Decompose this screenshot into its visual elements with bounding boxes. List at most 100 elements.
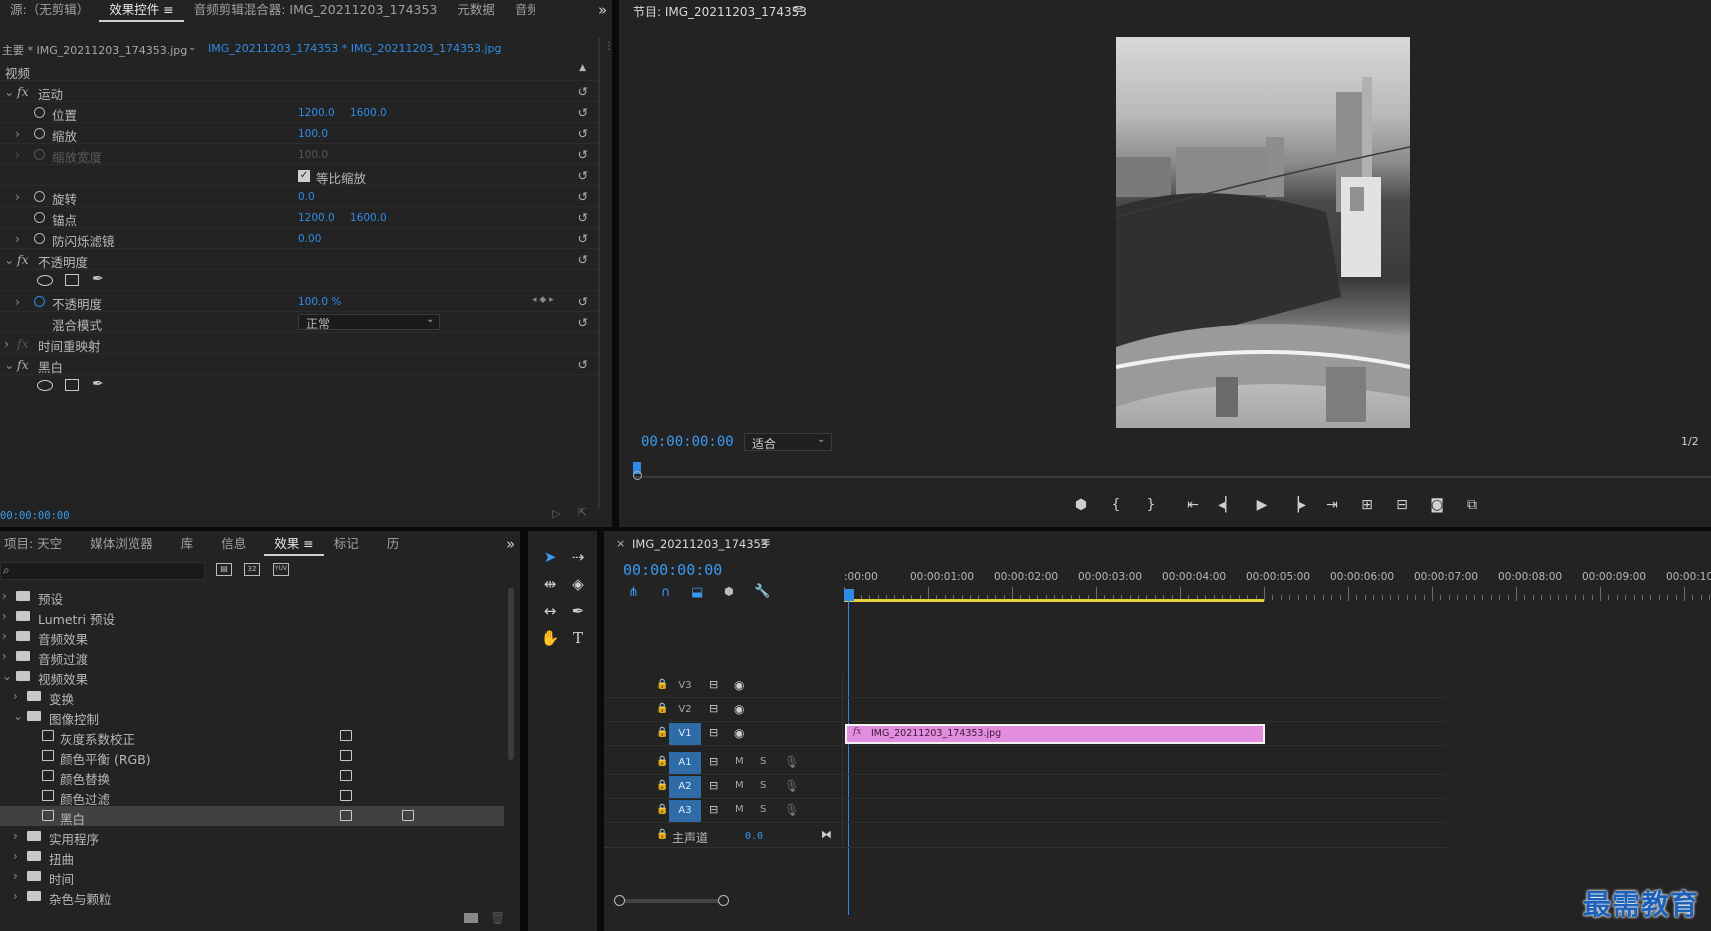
effect-item[interactable]: 颜色替换 xyxy=(0,766,504,787)
effect-item[interactable]: 灰度系数校正 xyxy=(0,726,504,747)
mute-button[interactable]: M xyxy=(735,780,744,791)
anchor-x-value[interactable]: 1200.0 xyxy=(298,212,335,224)
sync-lock-icon[interactable]: ⊟ xyxy=(709,779,718,792)
position-x-value[interactable]: 1200.0 xyxy=(298,107,335,119)
master-meter-icon[interactable]: ⧓ xyxy=(821,828,832,841)
stopwatch-icon[interactable] xyxy=(34,107,45,118)
sync-lock-icon[interactable]: ⊟ xyxy=(709,726,718,739)
chevron-right-icon[interactable]: › xyxy=(4,336,9,351)
track-label[interactable]: A2 xyxy=(669,776,701,798)
tab-info[interactable]: 信息 xyxy=(211,534,256,556)
track-label[interactable]: A1 xyxy=(669,752,701,774)
uniform-scale-checkbox[interactable]: ✓ xyxy=(298,170,310,182)
mute-button[interactable]: M xyxy=(735,756,744,767)
export-frame-icon[interactable]: ◙ xyxy=(1426,497,1448,513)
pen-mask-icon[interactable]: ✒ xyxy=(92,376,104,392)
effects-folder[interactable]: › 杂色与颗粒 xyxy=(0,886,504,907)
tab-history[interactable]: 历 xyxy=(377,534,401,556)
sync-lock-icon[interactable]: ⊟ xyxy=(709,755,718,768)
chevron-right-icon[interactable]: › xyxy=(15,294,20,309)
lock-icon[interactable]: 🔒 xyxy=(656,727,668,738)
eye-icon[interactable]: ◉ xyxy=(734,678,744,692)
eye-icon[interactable]: ◉ xyxy=(734,726,744,740)
chevron-down-icon[interactable]: ⌄ xyxy=(4,252,14,267)
chevron-right-icon[interactable]: › xyxy=(13,689,18,703)
opacity-effect-row[interactable]: ⌄ fx 不透明度 ↺ xyxy=(0,249,598,270)
effect-controls-timecode[interactable]: 00:00:00:00 xyxy=(0,510,70,522)
stopwatch-icon[interactable] xyxy=(34,128,45,139)
fx-icon[interactable]: fx xyxy=(17,252,29,267)
accelerated-effects-icon[interactable]: ▤ xyxy=(216,563,232,576)
tab-audio-clip-mixer[interactable]: 音频剪辑混合器: IMG_20211203_174353 xyxy=(184,0,448,22)
sync-lock-icon[interactable]: ⊟ xyxy=(709,803,718,816)
ripple-edit-tool-icon[interactable]: ⇹ xyxy=(539,573,561,595)
lock-icon[interactable]: 🔒 xyxy=(656,703,668,714)
step-back-icon[interactable]: ◂▏ xyxy=(1216,497,1238,513)
track-select-tool-icon[interactable]: ⇢ xyxy=(567,546,589,568)
chevron-right-icon[interactable]: › xyxy=(15,231,20,246)
export-icon[interactable]: ⇱ xyxy=(578,506,587,519)
tab-effects[interactable]: 效果 ≡ xyxy=(264,534,324,556)
microphone-icon[interactable]: 🎙 xyxy=(784,803,799,817)
pen-tool-icon[interactable]: ✒ xyxy=(567,600,589,622)
play-icon[interactable]: ▶ xyxy=(1251,497,1273,513)
filter-icon[interactable]: ▷ xyxy=(552,507,560,520)
effects-folder[interactable]: ⌄ 视频效果 xyxy=(0,666,504,687)
panel-menu-icon[interactable]: ≡ xyxy=(303,536,313,551)
effect-controls-divider[interactable] xyxy=(598,38,600,508)
close-icon[interactable]: × xyxy=(616,537,625,550)
chevron-down-icon[interactable]: ⌄ xyxy=(13,709,23,723)
32bit-effects-icon[interactable]: 32 xyxy=(244,563,260,576)
tab-metadata[interactable]: 元数据 xyxy=(447,0,505,22)
microphone-icon[interactable]: 🎙 xyxy=(784,779,799,793)
effects-scrollbar[interactable] xyxy=(508,588,514,760)
effect-item[interactable]: 黑白 xyxy=(0,806,504,827)
master-volume-value[interactable]: 0.0 xyxy=(745,831,763,842)
lock-icon[interactable]: 🔒 xyxy=(656,780,668,791)
work-area-bar[interactable] xyxy=(844,599,1264,602)
effects-folder[interactable]: › 音频效果 xyxy=(0,626,504,647)
tab-source[interactable]: 源:（无剪辑） xyxy=(0,0,99,22)
chevron-right-icon[interactable]: › xyxy=(2,609,7,623)
stopwatch-icon[interactable] xyxy=(34,296,45,307)
chevron-right-icon[interactable]: › xyxy=(2,649,7,663)
extract-icon[interactable]: ⊟ xyxy=(1391,497,1413,513)
lock-icon[interactable]: 🔒 xyxy=(656,756,668,767)
fx-icon[interactable]: fx xyxy=(17,84,29,99)
chevron-down-icon[interactable]: ⌄ xyxy=(188,42,196,53)
chevron-right-icon[interactable]: › xyxy=(2,629,7,643)
zoom-handle-left[interactable] xyxy=(614,895,625,906)
track-label[interactable]: V3 xyxy=(669,675,701,697)
effects-folder[interactable]: › 音频过渡 xyxy=(0,646,504,667)
effects-search-input[interactable]: ⌕ xyxy=(0,562,205,580)
chevron-right-icon[interactable]: › xyxy=(13,849,18,863)
chevron-right-icon[interactable]: › xyxy=(13,889,18,903)
reset-icon[interactable]: ↺ xyxy=(578,105,588,120)
stopwatch-icon[interactable] xyxy=(34,233,45,244)
sequence-tab[interactable]: IMG_20211203_174353 xyxy=(632,537,768,551)
chevron-down-icon[interactable]: ⌄ xyxy=(4,84,14,99)
wrench-icon[interactable]: 🔧 xyxy=(754,584,770,599)
more-panels-icon[interactable]: » xyxy=(598,1,607,19)
go-to-out-icon[interactable]: ⇥ xyxy=(1321,497,1343,513)
sync-lock-icon[interactable]: ⊟ xyxy=(709,702,718,715)
panel-menu-icon[interactable]: ≡ xyxy=(760,535,771,550)
reset-icon[interactable]: ↺ xyxy=(578,126,588,141)
linked-selection-icon[interactable]: ∩ xyxy=(661,585,671,600)
effects-folder[interactable]: › 预设 xyxy=(0,586,504,607)
sync-lock-icon[interactable]: ⊟ xyxy=(709,678,718,691)
effects-folder[interactable]: › Lumetri 预设 xyxy=(0,606,504,627)
reset-icon[interactable]: ↺ xyxy=(578,294,588,309)
mark-in-icon[interactable]: { xyxy=(1105,497,1127,513)
time-remap-row[interactable]: › fx 时间重映射 xyxy=(0,333,598,354)
clip-label[interactable]: IMG_20211203_174353 * IMG_20211203_17435… xyxy=(208,42,502,55)
scale-value[interactable]: 100.0 xyxy=(298,128,328,140)
selection-tool-icon[interactable]: ➤ xyxy=(539,546,561,568)
timeline-timecode[interactable]: 00:00:00:00 xyxy=(623,561,722,579)
reset-icon[interactable]: ↺ xyxy=(578,315,588,330)
ellipse-mask-icon[interactable] xyxy=(37,380,53,391)
lock-icon[interactable]: 🔒 xyxy=(656,829,668,840)
reset-icon[interactable]: ↺ xyxy=(578,147,588,162)
add-marker-icon[interactable]: ⬢ xyxy=(1070,497,1092,513)
stopwatch-icon[interactable] xyxy=(34,191,45,202)
